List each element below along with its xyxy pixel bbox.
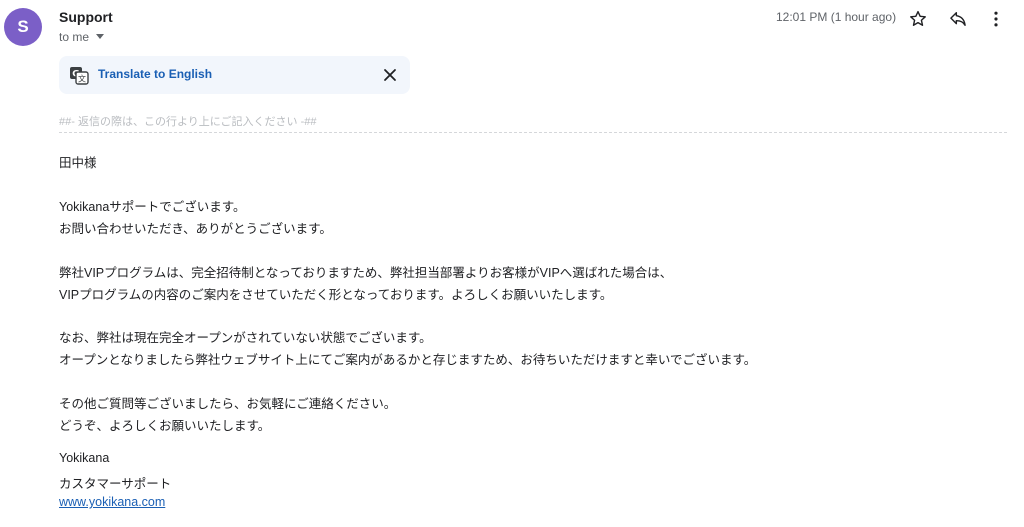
body-line: その他ご質問等ございましたら、お気軽にご連絡ください。 (59, 397, 397, 411)
sender-name[interactable]: Support (59, 9, 113, 25)
close-icon[interactable] (382, 67, 398, 83)
quote-divider (59, 132, 1007, 133)
reply-icon[interactable] (947, 8, 969, 30)
translate-banner: G 文 Translate to English (59, 56, 410, 94)
reply-above-line-marker: ##- 返信の際は、この行より上にご記入ください -## (59, 116, 317, 128)
avatar[interactable]: S (4, 8, 42, 46)
body-line: お問い合わせいただき、ありがとうございます。 (59, 222, 332, 236)
body-line: オープンとなりましたら弊社ウェブサイト上にてご案内があるかと存じますため、お待ち… (59, 353, 757, 367)
body-line: どうぞ、よろしくお願いいたします。 (59, 419, 271, 433)
body-line: なお、弊社は現在完全オープンがされていない状態でございます。 (59, 331, 432, 345)
signature-department: カスタマーサポート (59, 477, 172, 491)
signature-name: Yokikana (59, 451, 110, 465)
more-vert-icon[interactable] (985, 8, 1007, 30)
star-icon[interactable] (907, 8, 929, 30)
body-line: VIPプログラムの内容のご案内をさせていただく形となっております。よろしくお願い… (59, 288, 613, 302)
caret-down-icon (96, 32, 105, 42)
website-link[interactable]: www.yokikana.com (59, 495, 165, 509)
recipient-label: to me (59, 30, 90, 44)
svg-text:文: 文 (78, 74, 86, 84)
translate-icon: G 文 (69, 65, 89, 85)
message-timestamp: 12:01 PM (1 hour ago) (776, 10, 897, 24)
greeting-line: 田中様 (59, 156, 97, 170)
recipient-dropdown[interactable]: to me (59, 30, 105, 44)
body-line: 弊社VIPプログラムは、完全招待制となっておりますため、弊社担当部署よりお客様が… (59, 266, 673, 280)
body-line: Yokikanaサポートでございます。 (59, 200, 246, 214)
translate-to-english-link[interactable]: Translate to English (98, 67, 212, 81)
